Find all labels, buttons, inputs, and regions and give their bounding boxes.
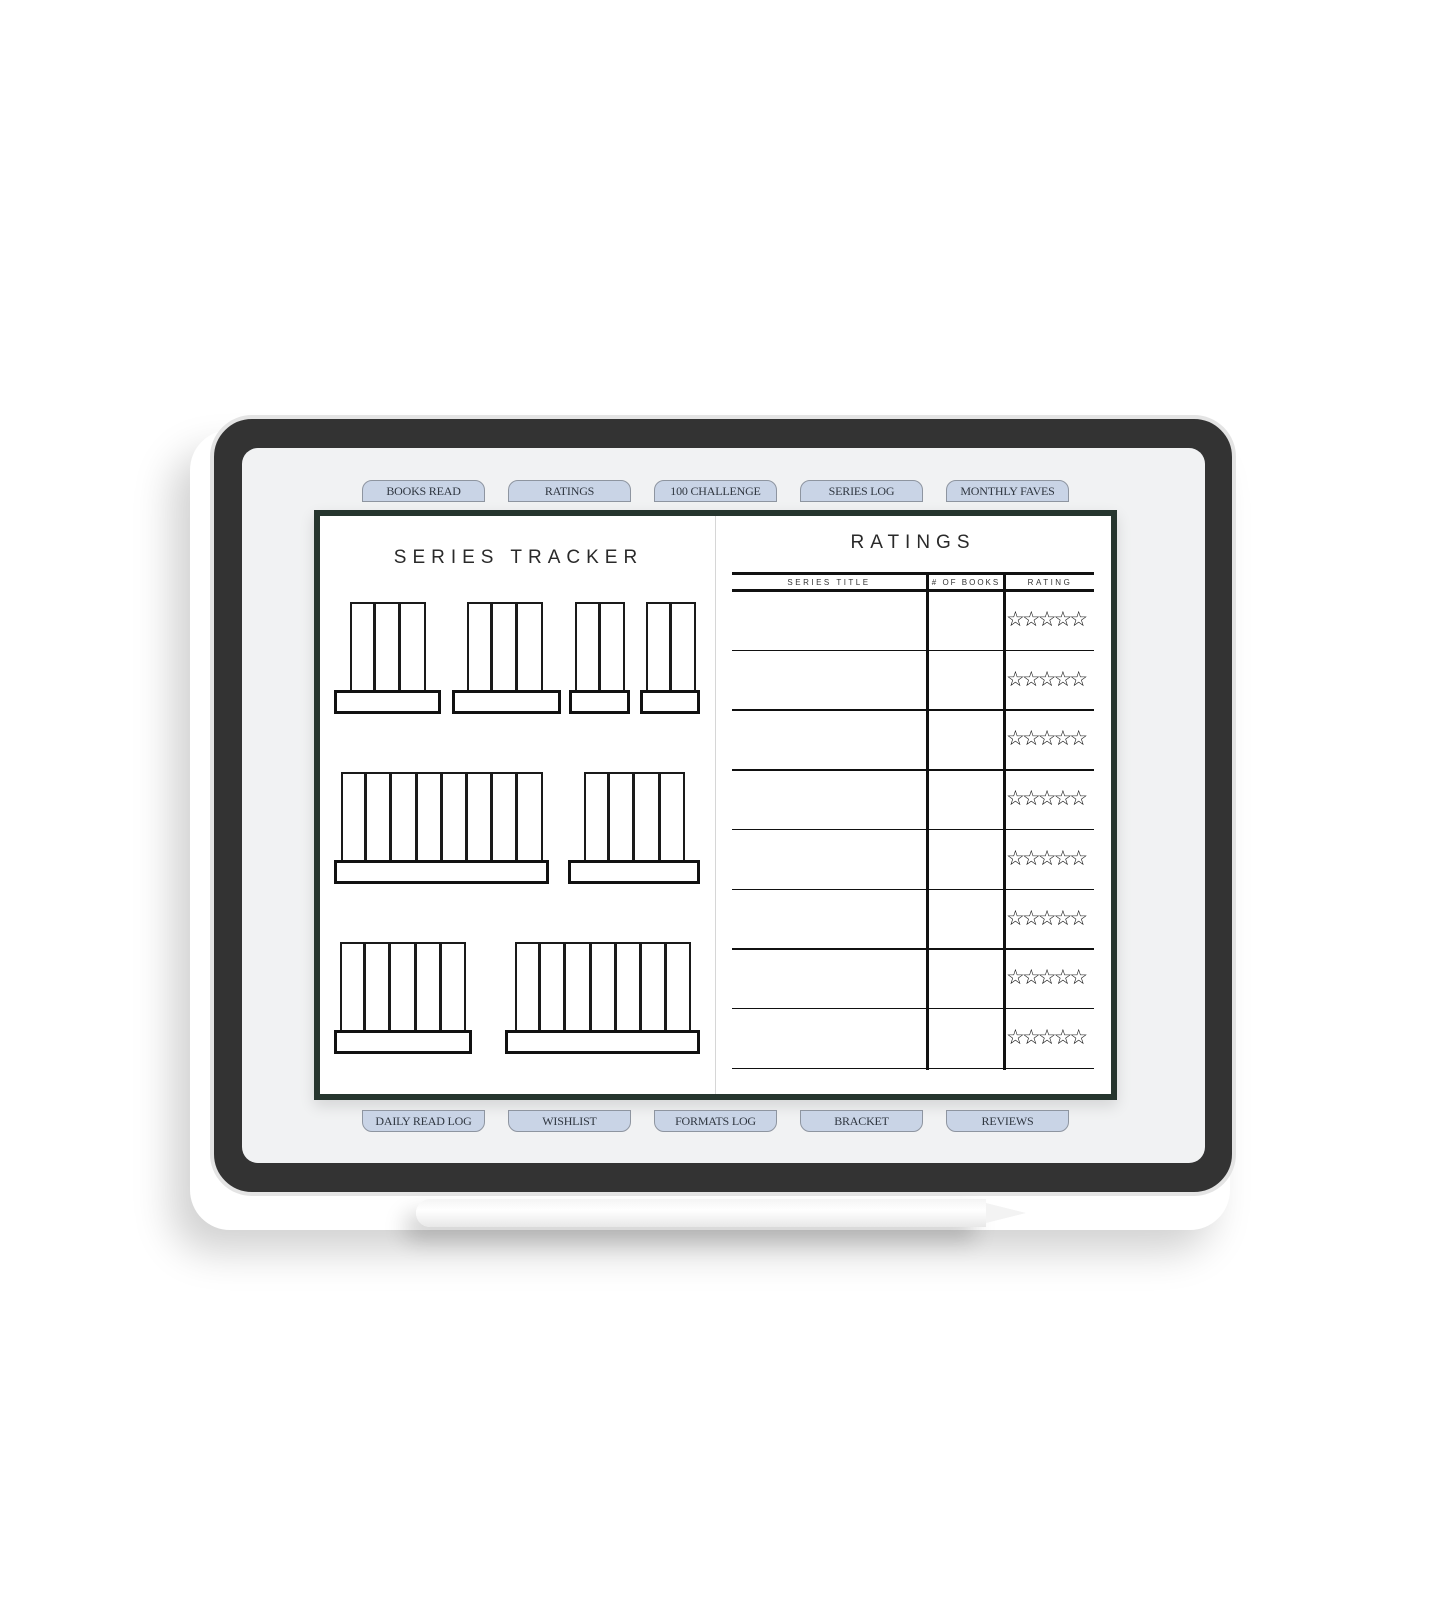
column-header-num-books: # OF BOOKS xyxy=(931,578,1001,587)
tab-series-log[interactable]: SERIES LOG xyxy=(800,480,923,502)
shelf-base[interactable] xyxy=(569,690,630,714)
book-spine[interactable] xyxy=(414,942,441,1032)
stylus-tip xyxy=(986,1203,1026,1223)
star-rating[interactable]: ☆☆☆☆☆ xyxy=(1006,609,1094,631)
book-spine[interactable] xyxy=(670,602,697,692)
series-title-cell[interactable] xyxy=(732,771,926,829)
tab-100-challenge[interactable]: 100 CHALLENGE xyxy=(654,480,777,502)
book-spine[interactable] xyxy=(364,942,391,1032)
star-rating[interactable]: ☆☆☆☆☆ xyxy=(1006,788,1094,810)
page-divider xyxy=(715,516,716,1094)
book-spine[interactable] xyxy=(491,772,518,862)
shelf-base[interactable] xyxy=(505,1030,700,1054)
book-spine[interactable] xyxy=(608,772,635,862)
star-rating[interactable]: ☆☆☆☆☆ xyxy=(1006,967,1094,989)
column-header-rating: RATING xyxy=(1027,578,1073,587)
num-books-cell[interactable] xyxy=(929,950,1003,1008)
book-spine[interactable] xyxy=(399,602,426,692)
tab-books-read[interactable]: BOOKS READ xyxy=(362,480,485,502)
tab-daily-read-log[interactable]: DAILY READ LOG xyxy=(362,1110,485,1132)
book-spine[interactable] xyxy=(365,772,392,862)
shelf-base[interactable] xyxy=(640,690,700,714)
book-spine[interactable] xyxy=(584,772,610,862)
book-spine[interactable] xyxy=(390,772,417,862)
book-spine[interactable] xyxy=(599,602,626,692)
shelf-base[interactable] xyxy=(334,860,549,884)
book-spine[interactable] xyxy=(389,942,416,1032)
book-spine[interactable] xyxy=(665,942,692,1032)
shelf-base[interactable] xyxy=(568,860,700,884)
shelf-base[interactable] xyxy=(334,690,441,714)
table-top-line xyxy=(732,572,1094,575)
book-spine[interactable] xyxy=(646,602,672,692)
series-title-cell[interactable] xyxy=(732,711,926,769)
num-books-cell[interactable] xyxy=(929,711,1003,769)
book-spine[interactable] xyxy=(658,772,685,862)
book-spine[interactable] xyxy=(516,772,543,862)
series-title-cell[interactable] xyxy=(732,592,926,650)
book-spine[interactable] xyxy=(575,602,601,692)
shelf-base[interactable] xyxy=(334,1030,472,1054)
series-title-cell[interactable] xyxy=(732,652,926,710)
book-spine[interactable] xyxy=(466,772,493,862)
book-spine[interactable] xyxy=(340,942,366,1032)
book-spine[interactable] xyxy=(539,942,566,1032)
book-spine[interactable] xyxy=(350,602,376,692)
star-rating[interactable]: ☆☆☆☆☆ xyxy=(1006,907,1094,930)
tab-monthly-faves[interactable]: MONTHLY FAVES xyxy=(946,480,1069,502)
book-spine[interactable] xyxy=(589,942,616,1032)
book-spine[interactable] xyxy=(374,602,401,692)
num-books-cell[interactable] xyxy=(929,652,1003,710)
num-books-cell[interactable] xyxy=(929,771,1003,829)
num-books-cell[interactable] xyxy=(929,1010,1003,1068)
num-books-cell[interactable] xyxy=(929,831,1003,889)
column-header-series-title: SERIES TITLE xyxy=(787,578,871,587)
book-spine[interactable] xyxy=(516,602,543,692)
book-spine[interactable] xyxy=(515,942,541,1032)
num-books-cell[interactable] xyxy=(929,592,1003,650)
stylus-pencil xyxy=(416,1199,986,1227)
book-spine[interactable] xyxy=(491,602,518,692)
book-spine[interactable] xyxy=(467,602,493,692)
series-title-cell[interactable] xyxy=(732,950,926,1008)
series-title-cell[interactable] xyxy=(732,891,926,949)
star-rating[interactable]: ☆☆☆☆☆ xyxy=(1006,668,1094,691)
star-rating[interactable]: ☆☆☆☆☆ xyxy=(1006,728,1094,750)
column-divider xyxy=(1003,573,1006,1070)
book-spine[interactable] xyxy=(640,942,667,1032)
book-spine[interactable] xyxy=(439,942,466,1032)
tab-wishlist[interactable]: WISHLIST xyxy=(508,1110,631,1132)
series-title-cell[interactable] xyxy=(732,831,926,889)
tab-formats-log[interactable]: FORMATS LOG xyxy=(654,1110,777,1132)
num-books-cell[interactable] xyxy=(929,891,1003,949)
series-tracker-title: SERIES TRACKER xyxy=(393,547,644,568)
row-divider xyxy=(732,1067,1094,1070)
tab-ratings[interactable]: RATINGS xyxy=(508,480,631,502)
book-spine[interactable] xyxy=(341,772,367,862)
book-spine[interactable] xyxy=(564,942,591,1032)
book-spine[interactable] xyxy=(614,942,641,1032)
book-spine[interactable] xyxy=(633,772,660,862)
ratings-title: RATINGS xyxy=(850,532,976,553)
shelf-base[interactable] xyxy=(452,690,561,714)
star-rating[interactable]: ☆☆☆☆☆ xyxy=(1006,847,1094,870)
book-spine[interactable] xyxy=(440,772,467,862)
series-title-cell[interactable] xyxy=(732,1010,926,1068)
tab-reviews[interactable]: REVIEWS xyxy=(946,1110,1069,1132)
tab-bracket[interactable]: BRACKET xyxy=(800,1110,923,1132)
star-rating[interactable]: ☆☆☆☆☆ xyxy=(1006,1026,1094,1049)
book-spine[interactable] xyxy=(415,772,442,862)
